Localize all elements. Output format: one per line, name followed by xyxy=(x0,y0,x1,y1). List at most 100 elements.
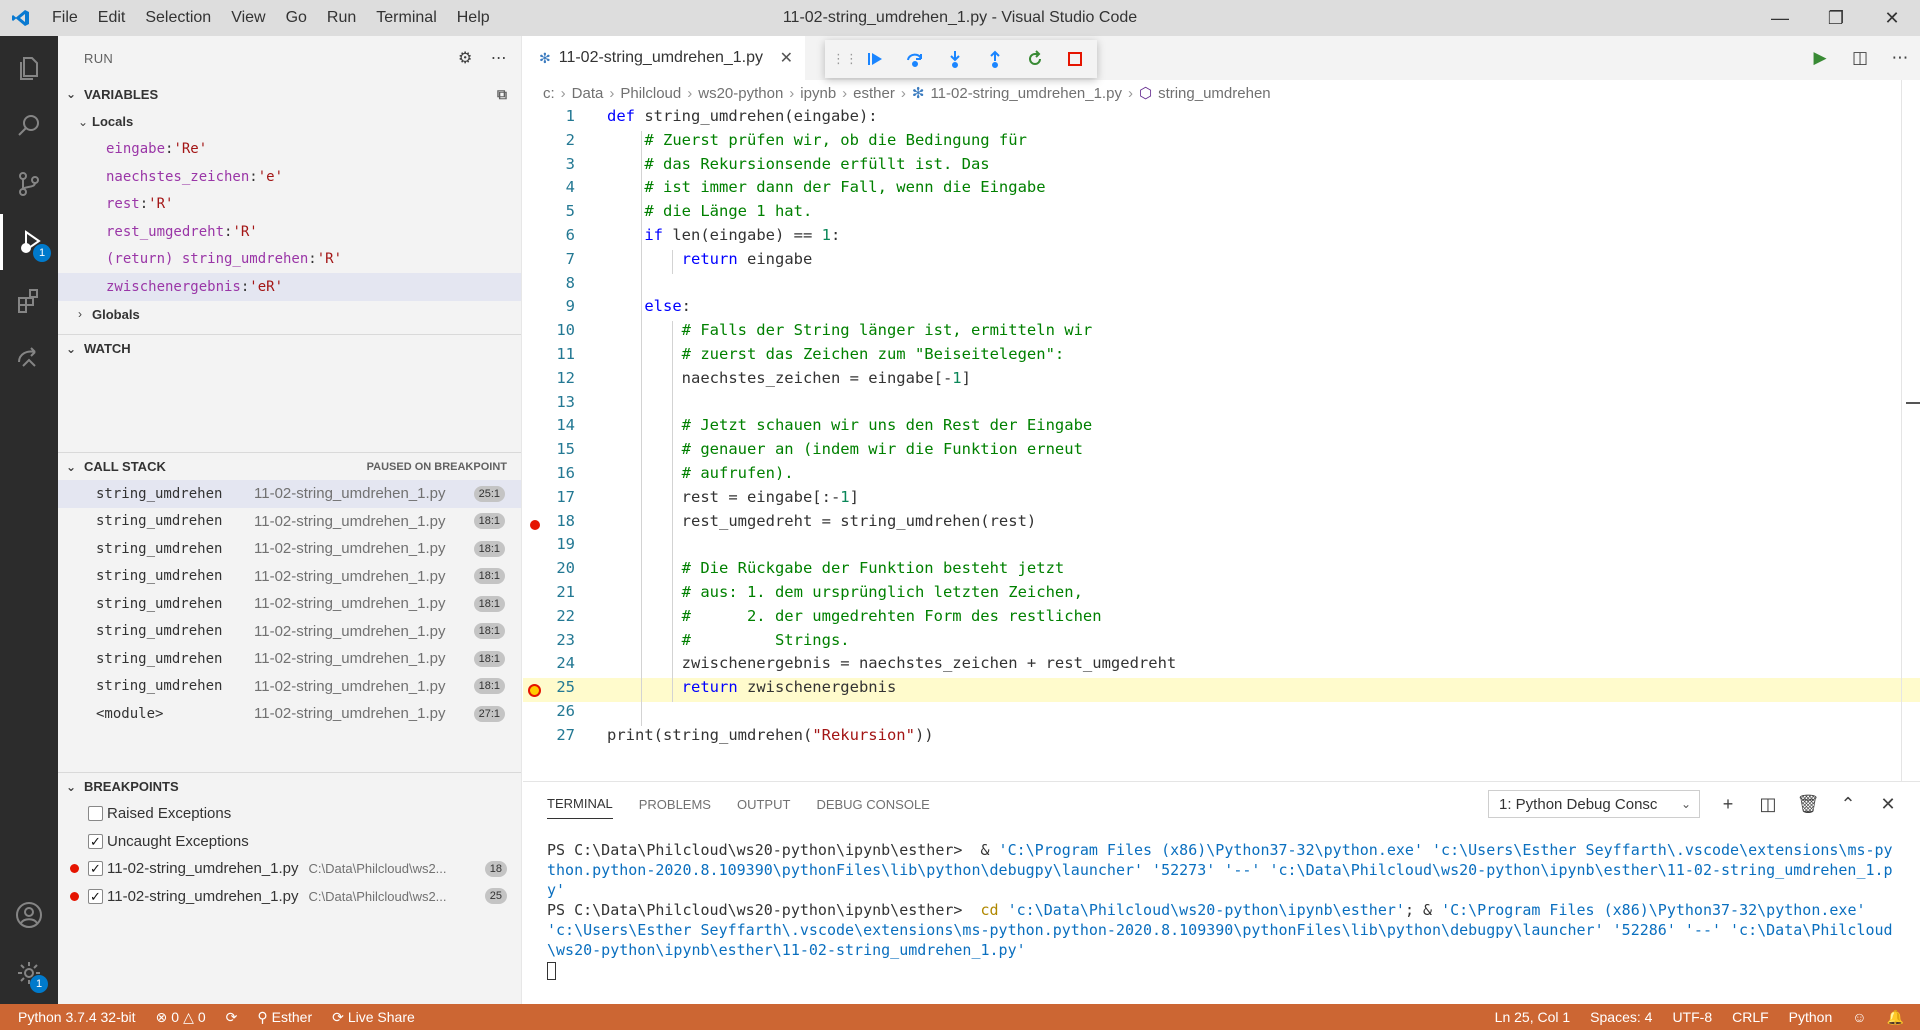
menu-run[interactable]: Run xyxy=(317,0,366,36)
code-line[interactable]: 17 rest = eingabe[:-1] xyxy=(523,488,1920,512)
close-icon[interactable]: ✕ xyxy=(1864,0,1920,36)
code-line[interactable]: 13 xyxy=(523,393,1920,417)
code-line[interactable]: 11 # zuerst das Zeichen zum "Beiseiteleg… xyxy=(523,345,1920,369)
breadcrumb-item[interactable]: 11-02-string_umdrehen_1.py xyxy=(930,85,1122,102)
tab-output[interactable]: OUTPUT xyxy=(737,782,790,826)
tab-debug-console[interactable]: DEBUG CONSOLE xyxy=(816,782,929,826)
account-icon[interactable] xyxy=(0,887,58,943)
breadcrumb-item[interactable]: Data xyxy=(572,85,604,102)
run-debug-icon[interactable]: 1 xyxy=(0,214,58,270)
code-line[interactable]: 27 print(string_umdrehen("Rekursion")) xyxy=(523,726,1920,750)
globals-scope[interactable]: › Globals xyxy=(58,301,521,329)
language-mode[interactable]: Python xyxy=(1779,1009,1843,1025)
code-line[interactable]: 26 xyxy=(523,702,1920,726)
menu-terminal[interactable]: Terminal xyxy=(366,0,446,36)
code-line[interactable]: 7 return eingabe xyxy=(523,250,1920,274)
code-line[interactable]: 23 # Strings. xyxy=(523,631,1920,655)
close-tab-icon[interactable]: ✕ xyxy=(780,48,793,68)
close-panel-icon[interactable]: ✕ xyxy=(1876,794,1900,815)
code-line[interactable]: 9 else: xyxy=(523,297,1920,321)
menu-file[interactable]: File xyxy=(42,0,88,36)
callstack-header[interactable]: ⌄ CALL STACK PAUSED ON BREAKPOINT xyxy=(58,452,521,480)
maximize-panel-icon[interactable]: ⌃ xyxy=(1836,794,1860,815)
line-ending[interactable]: CRLF xyxy=(1722,1009,1779,1025)
menu-selection[interactable]: Selection xyxy=(135,0,221,36)
menu-edit[interactable]: Edit xyxy=(88,0,136,36)
open-launch-json-icon[interactable]: ⚙ xyxy=(458,48,473,68)
code-line[interactable]: 21 # aus: 1. dem ursprünglich letzten Ze… xyxy=(523,583,1920,607)
explorer-icon[interactable] xyxy=(0,40,58,96)
scrollbar-marker[interactable] xyxy=(1906,402,1920,404)
callstack-frame[interactable]: string_umdrehen 11-02-string_umdrehen_1.p… xyxy=(58,535,521,563)
raised-exceptions-checkbox[interactable] xyxy=(88,806,103,822)
uncaught-exceptions-row[interactable]: Uncaught Exceptions xyxy=(58,828,521,856)
variables-header[interactable]: ⌄ VARIABLES ⧉ xyxy=(58,80,521,108)
code-line[interactable]: 16 # aufrufen). xyxy=(523,464,1920,488)
code-line[interactable]: 2 # Zuerst prüfen wir, ob die Bedingung … xyxy=(523,131,1920,155)
collapse-all-icon[interactable]: ⧉ xyxy=(497,86,507,103)
code-line[interactable]: 3 # das Rekursionsende erfüllt ist. Das xyxy=(523,155,1920,179)
code-line[interactable]: 14 # Jetzt schauen wir uns den Rest der … xyxy=(523,416,1920,440)
feedback-icon[interactable]: ☺ xyxy=(1842,1009,1876,1025)
code-area[interactable]: 1 def string_umdrehen(eingabe): 2 # Zuerst… xyxy=(523,107,1920,750)
menu-view[interactable]: View xyxy=(221,0,275,36)
breadcrumb-item[interactable]: Philcloud xyxy=(620,85,681,102)
settings-gear-icon[interactable]: 1 xyxy=(0,945,58,1001)
kill-terminal-icon[interactable]: 🗑 xyxy=(1796,794,1820,815)
breadcrumb-item[interactable]: ipynb xyxy=(800,85,836,102)
stop-icon[interactable] xyxy=(1055,51,1095,67)
drag-handle-icon[interactable]: ⋮⋮ xyxy=(832,51,858,67)
code-line[interactable]: 1 def string_umdrehen(eingabe): xyxy=(523,107,1920,131)
variable-row[interactable]: eingabe: 'Re' xyxy=(58,136,521,164)
code-line[interactable]: 18 rest_umgedreht = string_umdrehen(rest… xyxy=(523,512,1920,536)
remote-icon[interactable] xyxy=(0,330,58,386)
variable-row[interactable]: rest: 'R' xyxy=(58,191,521,219)
variable-row[interactable]: naechstes_zeichen: 'e' xyxy=(58,163,521,191)
restart-icon[interactable] xyxy=(1015,50,1055,68)
cursor-position[interactable]: Ln 25, Col 1 xyxy=(1485,1009,1581,1025)
split-editor-icon[interactable]: ◫ xyxy=(1840,48,1880,68)
locals-scope[interactable]: ⌄ Locals xyxy=(58,108,521,136)
callstack-frame[interactable]: string_umdrehen 11-02-string_umdrehen_1.p… xyxy=(58,480,521,508)
breakpoint-row[interactable]: 11-02-string_umdrehen_1.py C:\Data\Philcl… xyxy=(58,855,521,883)
terminal-select[interactable]: 1: Python Debug Consc ⌄ xyxy=(1488,790,1700,818)
breakpoint-row[interactable]: 11-02-string_umdrehen_1.py C:\Data\Philcl… xyxy=(58,883,521,911)
notifications-icon[interactable]: 🔔 xyxy=(1877,1009,1920,1026)
callstack-frame[interactable]: string_umdrehen 11-02-string_umdrehen_1.p… xyxy=(58,508,521,536)
code-line[interactable]: 20 # Die Rückgabe der Funktion besteht j… xyxy=(523,559,1920,583)
code-line[interactable]: 10 # Falls der String länger ist, ermitt… xyxy=(523,321,1920,345)
callstack-frame[interactable]: <module> 11-02-string_umdrehen_1.py 27:1 xyxy=(58,700,521,728)
code-line[interactable]: 24 zwischenergebnis = naechstes_zeichen … xyxy=(523,654,1920,678)
menu-go[interactable]: Go xyxy=(276,0,317,36)
more-actions-icon[interactable]: ⋯ xyxy=(1880,48,1920,68)
indentation[interactable]: Spaces: 4 xyxy=(1580,1009,1662,1025)
code-line[interactable]: 8 xyxy=(523,274,1920,298)
continue-icon[interactable] xyxy=(855,50,895,68)
code-line[interactable]: 6 if len(eingabe) == 1: xyxy=(523,226,1920,250)
raised-exceptions-row[interactable]: Raised Exceptions xyxy=(58,800,521,828)
callstack-frame[interactable]: string_umdrehen 11-02-string_umdrehen_1.p… xyxy=(58,590,521,618)
more-actions-icon[interactable]: ⋯ xyxy=(491,48,507,68)
variable-row[interactable]: rest_umgedreht: 'R' xyxy=(58,218,521,246)
problems-status[interactable]: ⊗ 0 △ 0 xyxy=(146,1009,216,1026)
callstack-frame[interactable]: string_umdrehen 11-02-string_umdrehen_1.p… xyxy=(58,645,521,673)
extensions-icon[interactable] xyxy=(0,272,58,328)
debug-status-icon[interactable]: ⟳ xyxy=(216,1009,248,1026)
code-line[interactable]: 19 xyxy=(523,535,1920,559)
variable-row[interactable]: (return) string_umdrehen: 'R' xyxy=(58,246,521,274)
step-out-icon[interactable] xyxy=(975,50,1015,68)
new-terminal-icon[interactable]: + xyxy=(1716,794,1740,815)
callstack-frame[interactable]: string_umdrehen 11-02-string_umdrehen_1.p… xyxy=(58,618,521,646)
breadcrumb-item[interactable]: esther xyxy=(853,85,895,102)
breadcrumb-item[interactable]: c: xyxy=(543,85,555,102)
uncaught-exceptions-checkbox[interactable] xyxy=(88,833,103,849)
breadcrumb-item[interactable]: ws20-python xyxy=(698,85,783,102)
step-into-icon[interactable] xyxy=(935,50,975,68)
code-line[interactable]: 5 # die Länge 1 hat. xyxy=(523,202,1920,226)
variable-row[interactable]: zwischenergebnis: 'eR' xyxy=(58,273,521,301)
code-line[interactable]: 25 return zwischenergebnis xyxy=(523,678,1920,702)
callstack-frame[interactable]: string_umdrehen 11-02-string_umdrehen_1.p… xyxy=(58,673,521,701)
watch-header[interactable]: ⌄ WATCH xyxy=(58,334,521,362)
breakpoint-checkbox[interactable] xyxy=(88,861,103,877)
breadcrumb-item[interactable]: string_umdrehen xyxy=(1158,85,1271,102)
